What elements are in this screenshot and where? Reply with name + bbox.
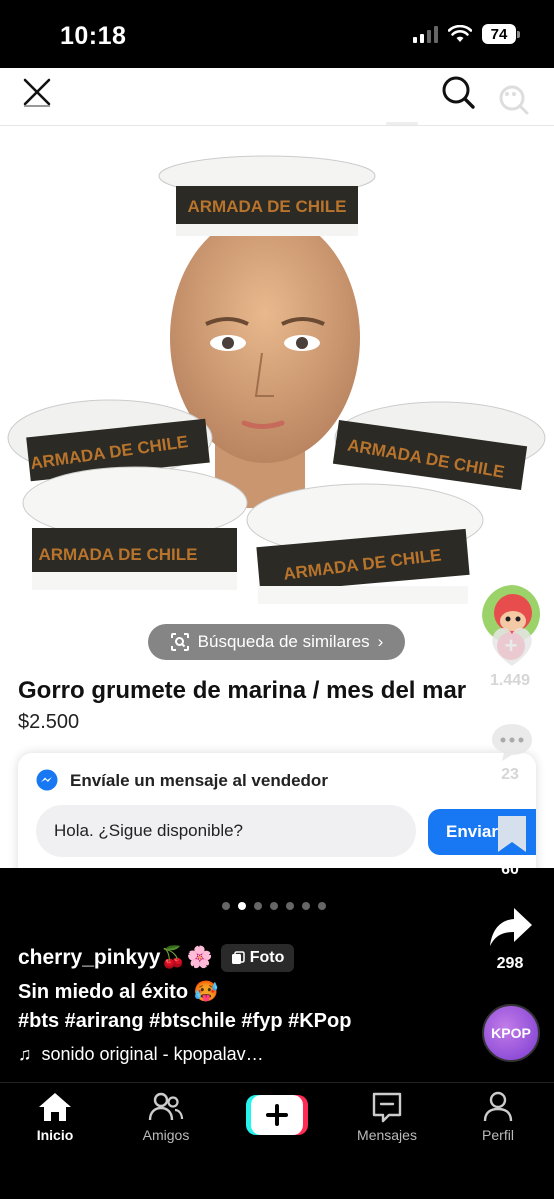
tab-explorar[interactable]: Explorar: [119, 85, 208, 111]
photo-badge-label: Foto: [249, 949, 285, 966]
pager-dot: [254, 902, 262, 910]
tab-label: Inicio: [36, 1127, 74, 1143]
post-content: Explorar Siguiendo Para ti ARMADA DE CHI…: [0, 68, 554, 868]
music-disc[interactable]: KPOP: [482, 1004, 540, 1062]
comment-icon[interactable]: [490, 722, 534, 762]
photo-icon: [231, 951, 245, 964]
music-note-icon: ♫: [18, 1044, 32, 1064]
live-icon[interactable]: [20, 76, 54, 112]
tab-label: Mensajes: [357, 1127, 417, 1143]
visual-search-icon: [170, 633, 189, 651]
username-row: cherry_pinkyy🍒🌸 Foto: [18, 944, 295, 972]
tab-para-ti[interactable]: Para ti: [369, 85, 436, 111]
battery-level: 74: [482, 24, 516, 44]
seller-message-card: Envíale un mensaje al vendedor Enviar: [18, 753, 536, 868]
sound-label: sonido original - kpopalav…: [41, 1044, 264, 1064]
messenger-icon: [36, 769, 58, 791]
message-input[interactable]: [36, 805, 416, 857]
bottom-tab-bar: Inicio Amigos Mensajes Perfil: [0, 1082, 554, 1199]
home-icon: [39, 1093, 71, 1121]
friends-icon: [148, 1092, 184, 1121]
pager-dot: [302, 902, 310, 910]
tab-label: Perfil: [482, 1127, 514, 1143]
battery-icon: 74: [482, 24, 520, 44]
product-price: $2.500: [18, 711, 80, 733]
image-pager: [222, 902, 326, 910]
like-icon[interactable]: [488, 624, 536, 668]
sound-link[interactable]: ♫ sonido original - kpopalav…: [18, 1044, 264, 1065]
tab-amigos[interactable]: Amigos: [116, 1091, 216, 1143]
profile-icon: [483, 1091, 513, 1122]
pager-dot: [318, 902, 326, 910]
post-hashtags[interactable]: #bts #arirang #btschile #fyp #KPop: [18, 1010, 351, 1033]
pager-dot: [238, 902, 246, 910]
cellular-signal-icon: [413, 25, 438, 43]
post-caption: Sin miedo al éxito 🥵: [18, 981, 219, 1003]
seller-card-title: Envíale un mensaje al vendedor: [70, 771, 328, 790]
pager-dot: [222, 902, 230, 910]
tab-inicio[interactable]: Inicio: [5, 1091, 105, 1143]
top-nav: Explorar Siguiendo Para ti: [0, 68, 554, 126]
username[interactable]: cherry_pinkyy🍒🌸: [18, 946, 213, 970]
wifi-icon: [448, 25, 472, 42]
like-count: 1.449: [489, 672, 531, 689]
tab-mensajes[interactable]: Mensajes: [337, 1091, 437, 1143]
save-count: 60: [501, 861, 519, 878]
pager-dot: [270, 902, 278, 910]
cap-band-text: ARMADA DE CHILE: [188, 197, 347, 216]
tab-label: Amigos: [142, 1127, 190, 1143]
status-indicators: 74: [413, 24, 520, 44]
share-icon[interactable]: [488, 906, 534, 948]
similar-search-label: Búsqueda de similares: [197, 632, 370, 651]
tab-perfil[interactable]: Perfil: [448, 1091, 548, 1143]
search-overlay-icon[interactable]: [496, 82, 532, 118]
status-time: 10:18: [60, 22, 127, 50]
tab-siguiendo[interactable]: Siguiendo: [236, 85, 342, 111]
similar-search-button[interactable]: Búsqueda de similares ›: [148, 624, 405, 660]
create-button[interactable]: [246, 1095, 308, 1135]
comment-count: 23: [501, 766, 519, 783]
status-bar: 10:18 74: [0, 0, 554, 68]
product-title[interactable]: Gorro grumete de marina / mes del mar: [18, 677, 466, 705]
search-icon[interactable]: [440, 74, 476, 110]
cap-band-text: ARMADA DE CHILE: [39, 545, 198, 564]
bookmark-icon[interactable]: [494, 814, 530, 854]
share-count: 298: [496, 955, 524, 972]
product-image[interactable]: ARMADA DE CHILE ARMADA DE CHILE ARMADA D…: [0, 138, 554, 628]
active-tab-indicator: [386, 122, 418, 125]
inbox-icon: [372, 1092, 402, 1123]
photo-badge: Foto: [220, 944, 295, 972]
pager-dot: [286, 902, 294, 910]
chevron-right-icon: ›: [377, 632, 384, 651]
